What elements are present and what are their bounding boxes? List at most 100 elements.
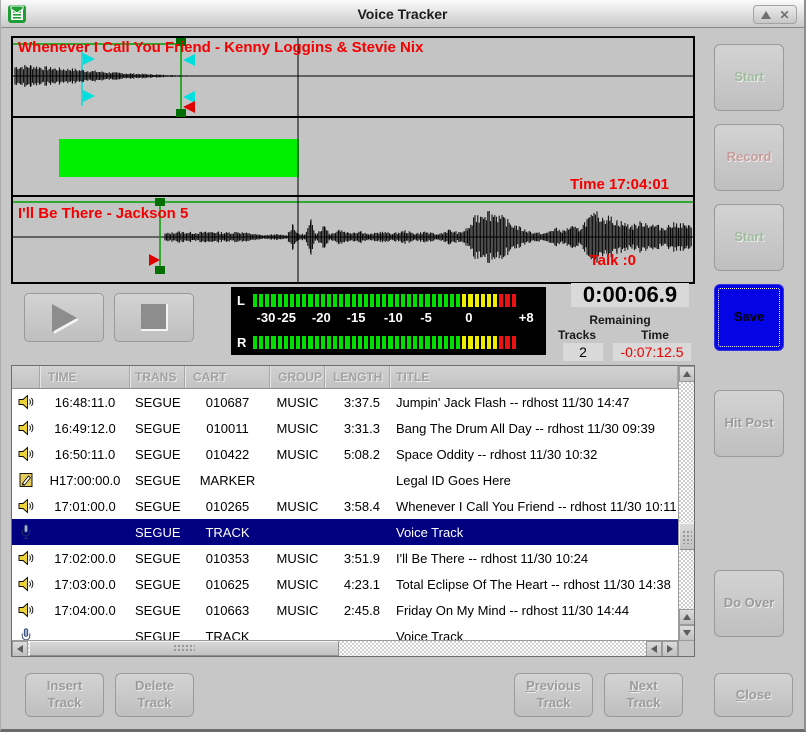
meter-segment-green xyxy=(290,294,294,307)
table-row[interactable]: 17:04:00.0SEGUE010663MUSIC2:45.8Friday O… xyxy=(12,597,678,623)
table-row[interactable]: SEGUETRACKVoice Track xyxy=(12,519,678,545)
scroll-down-button[interactable] xyxy=(679,625,695,641)
meter-segment-green xyxy=(302,336,306,349)
previous-track-button[interactable]: Previous Track xyxy=(514,673,593,717)
meter-segment-green xyxy=(271,336,275,349)
log-table: TIMETRANSCARTGROUPLENGTHTITLE 16:48:11.0… xyxy=(11,365,695,657)
speaker-icon xyxy=(12,550,40,566)
meter-segment-green xyxy=(419,336,423,349)
arrow-left-icon xyxy=(17,645,23,653)
meter-segment-green xyxy=(253,336,257,349)
table-row[interactable]: 17:03:00.0SEGUE010625MUSIC4:23.1Total Ec… xyxy=(12,571,678,597)
scroll-left-button-2[interactable] xyxy=(646,641,662,657)
insert-track-button[interactable]: InsertTrack xyxy=(25,673,104,717)
stop-button[interactable] xyxy=(114,293,194,342)
scroll-up-button-2[interactable] xyxy=(679,609,695,625)
cell-cart: MARKER xyxy=(185,473,270,488)
table-row[interactable]: SEGUETRACKVoice Track xyxy=(12,623,678,641)
cell-cart: TRACK xyxy=(185,525,270,540)
cell-length: 2:45.8 xyxy=(325,603,390,618)
remaining-time-value: -0:07:12.5 xyxy=(613,343,691,361)
cell-trans: SEGUE xyxy=(130,603,185,618)
table-row[interactable]: 17:02:00.0SEGUE010353MUSIC3:51.9I'll Be … xyxy=(12,545,678,571)
cell-title: Whenever I Call You Friend -- rdhost 11/… xyxy=(390,499,678,514)
meter-scale-tick: -10 xyxy=(384,310,403,325)
cell-trans: SEGUE xyxy=(130,395,185,410)
meter-segment-yellow xyxy=(481,336,485,349)
play-button[interactable] xyxy=(24,293,104,342)
waveform-panel[interactable]: Whenever I Call You Friend - Kenny Loggi… xyxy=(11,36,695,284)
table-row[interactable]: 16:49:12.0SEGUE010011MUSIC3:31.3Bang The… xyxy=(12,415,678,441)
meter-segment-green xyxy=(308,336,312,349)
shade-button[interactable] xyxy=(757,7,774,22)
cell-cart: 010663 xyxy=(185,603,270,618)
horizontal-scroll-thumb[interactable] xyxy=(29,641,339,656)
column-header-length[interactable]: LENGTH xyxy=(325,366,390,388)
close-button[interactable]: Close xyxy=(714,673,793,717)
cell-title: Total Eclipse Of The Heart -- rdhost 11/… xyxy=(390,577,678,592)
meter-segment-green xyxy=(333,294,337,307)
remaining-tracks-label: Tracks xyxy=(549,328,605,342)
meter-segment-red xyxy=(512,294,516,307)
meter-segment-green xyxy=(388,294,392,307)
meter-segment-green xyxy=(259,336,263,349)
column-header-trans[interactable]: TRANS xyxy=(130,366,185,388)
scroll-up-button[interactable] xyxy=(679,366,695,382)
meter-segment-green xyxy=(388,336,392,349)
log-table-header[interactable]: TIMETRANSCARTGROUPLENGTHTITLE xyxy=(12,366,678,389)
cell-group: MUSIC xyxy=(270,447,325,462)
meter-right-bar xyxy=(253,336,540,349)
cell-title: Bang The Drum All Day -- rdhost 11/30 09… xyxy=(390,421,678,436)
save-button[interactable]: Save xyxy=(714,284,784,351)
start-track1-button[interactable]: Start xyxy=(714,44,784,111)
cell-title: Space Oddity -- rdhost 11/30 10:32 xyxy=(390,447,678,462)
speaker-icon xyxy=(12,446,40,462)
table-row[interactable]: 17:01:00.0SEGUE010265MUSIC3:58.4Whenever… xyxy=(12,493,678,519)
column-header-cart[interactable]: CART xyxy=(185,366,270,388)
column-header-icon[interactable] xyxy=(12,366,40,388)
meter-segment-green xyxy=(278,336,282,349)
cell-title: Legal ID Goes Here xyxy=(390,473,678,488)
close-window-button[interactable]: ✕ xyxy=(776,7,793,22)
meter-segment-green xyxy=(308,294,312,307)
scrollbar-corner xyxy=(678,640,694,656)
start-track2-button[interactable]: Start xyxy=(714,204,784,271)
meter-scale-tick: 0 xyxy=(465,310,472,325)
record-button[interactable]: Record xyxy=(714,124,784,191)
cell-title: Jumpin' Jack Flash -- rdhost 11/30 14:47 xyxy=(390,395,678,410)
meter-segment-green xyxy=(265,336,269,349)
table-row[interactable]: H17:00:00.0SEGUEMARKERLegal ID Goes Here xyxy=(12,467,678,493)
column-header-group[interactable]: GROUP xyxy=(270,366,325,388)
vertical-scrollbar[interactable] xyxy=(678,366,694,641)
remaining-label: Remaining xyxy=(549,313,691,327)
meter-segment-green xyxy=(315,336,319,349)
meter-segment-green xyxy=(401,336,405,349)
meter-segment-green xyxy=(259,294,263,307)
meter-segment-green xyxy=(358,294,362,307)
cell-title: Voice Track xyxy=(390,525,678,540)
delete-track-button[interactable]: DeleteTrack xyxy=(115,673,194,717)
meter-segment-green xyxy=(376,294,380,307)
cell-cart: 010422 xyxy=(185,447,270,462)
do-over-button[interactable]: Do Over xyxy=(714,570,784,637)
meter-scale: -30-25-20-15-10-50+8 xyxy=(253,310,540,328)
cell-time: 16:49:12.0 xyxy=(40,421,130,436)
scroll-left-button[interactable] xyxy=(12,641,28,657)
shade-icon xyxy=(761,11,771,19)
horizontal-scrollbar[interactable] xyxy=(12,640,678,656)
table-row[interactable]: 16:50:11.0SEGUE010422MUSIC5:08.2Space Od… xyxy=(12,441,678,467)
next-track-button[interactable]: Next Track xyxy=(604,673,683,717)
cell-length: 3:31.3 xyxy=(325,421,390,436)
vertical-scroll-thumb[interactable] xyxy=(679,523,695,550)
hit-post-button[interactable]: Hit Post xyxy=(714,390,784,457)
meter-segment-green xyxy=(444,294,448,307)
thumb-grip xyxy=(173,644,195,653)
cell-group: MUSIC xyxy=(270,603,325,618)
column-header-title[interactable]: TITLE xyxy=(390,366,678,388)
titlebar[interactable]: Voice Tracker ✕ xyxy=(1,0,804,28)
meter-segment-green xyxy=(321,294,325,307)
meter-segment-green xyxy=(265,294,269,307)
column-header-time[interactable]: TIME xyxy=(40,366,130,388)
table-row[interactable]: 16:48:11.0SEGUE010687MUSIC3:37.5Jumpin' … xyxy=(12,389,678,415)
scroll-right-button[interactable] xyxy=(662,641,678,657)
